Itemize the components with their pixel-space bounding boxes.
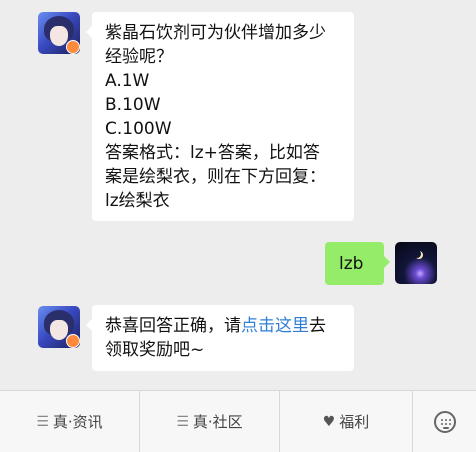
message-line: B.10W	[105, 95, 161, 115]
message-line: 答案格式：lz+答案，比如答	[105, 143, 320, 163]
menu-icon: ☰	[36, 413, 49, 430]
bot-message-question[interactable]: 紫晶石饮剂可为伙伴增加多少 经验呢？ A.1W B.10W C.100W 答案格…	[86, 12, 354, 221]
user-message[interactable]: lzb	[325, 242, 390, 285]
bot-message-reward[interactable]: 恭喜回答正确，请点击这里去 领取奖励吧~	[86, 305, 354, 371]
menu-item-label: 真·社区	[192, 413, 243, 431]
chat-area: 紫晶石饮剂可为伙伴增加多少 经验呢？ A.1W B.10W C.100W 答案格…	[0, 0, 476, 390]
menu-item-welfare[interactable]: ♥ 福利	[280, 391, 413, 452]
message-line: 经验呢？	[105, 47, 173, 67]
claim-reward-link[interactable]: 点击这里	[241, 316, 309, 336]
avatar-badge	[66, 40, 80, 54]
message-line: C.100W	[105, 119, 172, 139]
message-line: 紫晶石饮剂可为伙伴增加多少	[105, 23, 326, 43]
avatar-face	[50, 26, 68, 46]
message-line: 领取奖励吧~	[105, 340, 205, 360]
user-avatar[interactable]	[395, 242, 437, 284]
bot-avatar[interactable]	[38, 306, 80, 348]
menu-icon: ☰	[176, 413, 189, 430]
keyboard-icon	[433, 410, 456, 433]
menu-item-news[interactable]: ☰ 真·资讯	[0, 391, 140, 452]
message-line: lz绘梨衣	[105, 191, 170, 211]
menu-item-label: 真·资讯	[52, 413, 103, 431]
avatar-badge	[66, 334, 80, 348]
keyboard-toggle-button[interactable]	[413, 391, 476, 452]
bot-avatar[interactable]	[38, 12, 80, 54]
menu-item-community[interactable]: ☰ 真·社区	[140, 391, 280, 452]
message-line: 案是绘梨衣，则在下方回复：	[105, 167, 326, 187]
message-text: 去	[309, 316, 326, 336]
message-line: A.1W	[105, 71, 150, 91]
user-message-text: lzb	[339, 254, 364, 274]
heart-icon: ♥	[322, 413, 336, 430]
avatar-face	[50, 320, 68, 340]
message-text: 恭喜回答正确，请	[105, 316, 241, 336]
bottom-menu-bar: ☰ 真·资讯 ☰ 真·社区 ♥ 福利	[0, 390, 476, 452]
message-line: 恭喜回答正确，请点击这里去	[105, 314, 342, 338]
moon-icon	[413, 250, 421, 258]
menu-item-label: 福利	[339, 413, 370, 431]
